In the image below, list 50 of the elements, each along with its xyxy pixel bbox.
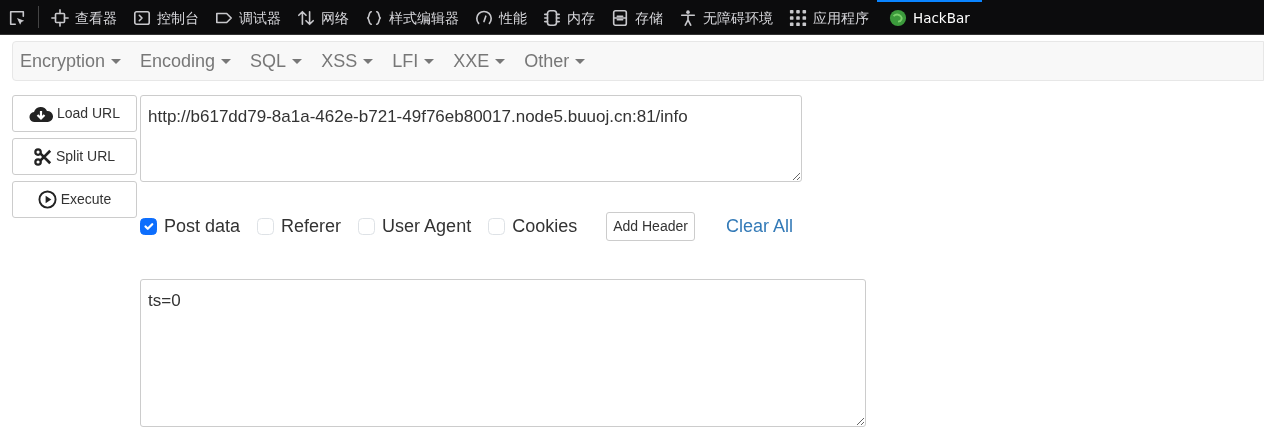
arrows-icon xyxy=(297,9,315,27)
option-label: User Agent xyxy=(382,215,472,238)
globe-icon xyxy=(889,9,907,27)
devtools-tab[interactable]: 无障碍环境 xyxy=(671,0,781,34)
caret-icon xyxy=(292,59,303,65)
frame-icon xyxy=(51,9,69,27)
url-field[interactable]: http://b617dd79-8a1a-462e-b721-49f76eb80017.node5.buuoj.cn:81/info xyxy=(140,95,802,182)
caret-icon xyxy=(424,59,435,65)
action-button[interactable]: Split URL xyxy=(12,138,137,175)
menu-dropdown[interactable]: Encryption xyxy=(13,47,134,75)
braces-icon xyxy=(365,9,383,27)
menu-dropdown[interactable]: LFI xyxy=(385,47,447,75)
devtools-tab[interactable]: 应用程序 xyxy=(781,0,877,34)
menu-dropdown[interactable]: XSS xyxy=(314,47,386,75)
console-icon xyxy=(133,9,151,27)
devtools-tab[interactable]: 控制台 xyxy=(125,0,207,34)
post-data-field[interactable]: ts=0 xyxy=(140,279,866,427)
play-circle-icon xyxy=(37,190,57,209)
action-button[interactable]: Load URL xyxy=(12,95,137,132)
devtools-tab[interactable]: 调试器 xyxy=(207,0,289,34)
devtools-tab[interactable]: 内存 xyxy=(535,0,603,34)
devtools-tab[interactable]: 存储 xyxy=(603,0,671,34)
chip-icon xyxy=(543,9,561,27)
caret-icon xyxy=(495,59,506,65)
option-label: Referer xyxy=(281,215,342,238)
caret-icon xyxy=(221,59,232,65)
menu-dropdown[interactable]: Encoding xyxy=(133,47,244,75)
devtools-tab[interactable]: 网络 xyxy=(289,0,357,34)
caret-icon xyxy=(363,59,374,65)
devtools-tab[interactable]: HackBar xyxy=(877,0,982,34)
add-header-button[interactable]: Add Header xyxy=(606,212,695,241)
clear-all-link[interactable]: Clear All xyxy=(725,213,793,240)
storage-icon xyxy=(611,9,629,27)
caret-icon xyxy=(575,59,586,65)
caret-icon xyxy=(111,59,122,65)
menu-dropdown[interactable]: Other xyxy=(517,47,598,75)
person-icon xyxy=(679,9,697,27)
menu-dropdown[interactable]: XXE xyxy=(446,47,518,75)
devtools-tab[interactable]: 样式编辑器 xyxy=(357,0,467,34)
option-label: Cookies xyxy=(512,215,578,238)
scissors-icon xyxy=(33,147,52,166)
gauge-icon xyxy=(475,9,493,27)
picker-icon xyxy=(8,9,26,27)
option-label: Post data xyxy=(164,215,241,238)
menu-dropdown[interactable]: SQL xyxy=(243,47,315,75)
devtools-tab[interactable]: 性能 xyxy=(467,0,535,34)
devtools-tab[interactable]: 查看器 xyxy=(43,0,125,34)
option-checkbox[interactable] xyxy=(140,218,157,235)
action-button[interactable]: Execute xyxy=(12,181,137,218)
grid-icon xyxy=(789,9,807,27)
